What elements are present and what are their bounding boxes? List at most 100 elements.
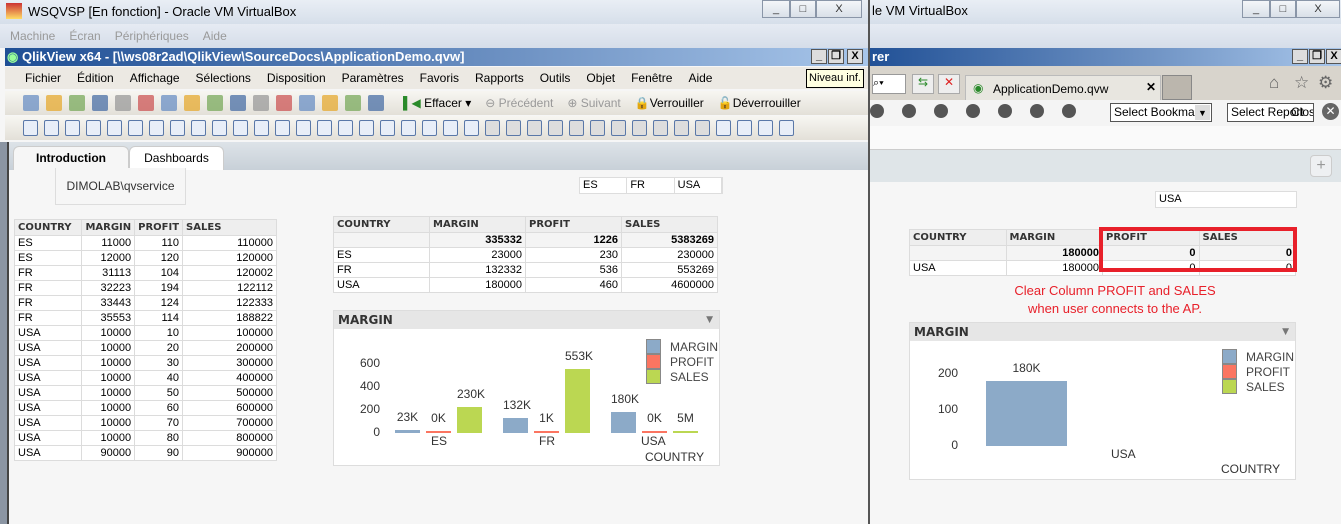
table-row[interactable]: ES 12000 120 120000 <box>13 250 277 266</box>
save-icon[interactable] <box>92 95 108 111</box>
close-tab-icon[interactable]: ✕ <box>1146 80 1156 94</box>
menu-ecran[interactable]: Écran <box>69 29 100 43</box>
reload-icon[interactable] <box>69 95 85 111</box>
doc-props-icon[interactable] <box>737 120 752 136</box>
restore-button[interactable]: ❐ <box>828 49 844 64</box>
column-header[interactable]: PROFIT <box>134 219 184 236</box>
chart-icon[interactable] <box>191 120 206 136</box>
menu-item[interactable]: Édition <box>77 71 114 85</box>
table-row[interactable]: ES 23000 230 230000 <box>333 247 718 263</box>
browser-tab[interactable]: ◉ ApplicationDemo.qvw ✕ <box>965 75 1161 100</box>
button-icon[interactable] <box>254 120 269 136</box>
new-icon[interactable] <box>23 95 39 111</box>
stop-icon[interactable]: ✕ <box>938 74 960 94</box>
sheet-props-icon[interactable] <box>86 120 101 136</box>
report-select[interactable]: Select ReportClose <box>1227 103 1314 122</box>
minimize-button[interactable]: _ <box>1292 49 1308 64</box>
table-row[interactable]: USA 10000 20 200000 <box>13 340 277 356</box>
bookmark-select[interactable]: Select Bookmark ▼ <box>1110 103 1212 122</box>
menu-peripheriques[interactable]: Périphériques <box>115 29 189 43</box>
lock-button[interactable]: 🔒Verrouiller <box>635 96 704 110</box>
help-icon[interactable] <box>345 95 361 111</box>
minimize-button[interactable]: _ <box>762 0 790 18</box>
search-object-icon[interactable] <box>359 120 374 136</box>
format-painter-icon[interactable] <box>443 120 458 136</box>
menu-item[interactable]: Disposition <box>267 71 326 85</box>
bar-margin[interactable] <box>986 381 1067 446</box>
legend-item[interactable]: SALES <box>646 369 709 384</box>
country-listbox[interactable]: ES FR USA <box>579 177 723 194</box>
align-right-icon[interactable] <box>527 120 542 136</box>
bar-sales[interactable] <box>565 369 590 433</box>
new-tab-button[interactable] <box>1162 75 1192 100</box>
chart-header[interactable]: MARGIN ▼ <box>334 311 719 329</box>
tab-introduction[interactable]: Introduction <box>13 146 129 170</box>
input-icon[interactable] <box>212 120 227 136</box>
line-icon[interactable] <box>296 120 311 136</box>
align-bottom-icon[interactable] <box>548 120 563 136</box>
clear-button[interactable]: ▌◀ Effacer ▾ <box>403 96 471 110</box>
restore-button[interactable]: ❐ <box>1309 49 1325 64</box>
close-button[interactable]: X <box>816 0 862 18</box>
legend-item[interactable]: SALES <box>1222 379 1285 394</box>
align-center-icon[interactable] <box>506 120 521 136</box>
column-header[interactable]: COUNTRY <box>13 219 83 236</box>
check-icon[interactable] <box>253 95 269 111</box>
chart-menu-icon[interactable]: ▼ <box>1282 323 1289 341</box>
country-listbox[interactable]: USA <box>1155 191 1297 208</box>
server-icon[interactable] <box>716 120 731 136</box>
search-dropdown[interactable]: ⌕▾ <box>872 74 906 94</box>
table-icon[interactable] <box>149 120 164 136</box>
add-sheet-button[interactable]: + <box>1310 155 1332 177</box>
promote-icon[interactable] <box>44 120 59 136</box>
chart-icon[interactable] <box>276 95 292 111</box>
table-row[interactable]: USA 10000 50 500000 <box>13 385 277 401</box>
legend-item[interactable]: PROFIT <box>1222 364 1290 379</box>
align-top-icon[interactable] <box>590 120 605 136</box>
add-icon[interactable] <box>966 104 980 118</box>
demote-icon[interactable] <box>65 120 80 136</box>
back-button[interactable]: ⊖ Précédent <box>485 96 553 110</box>
table-row[interactable]: FR 33443 124 122333 <box>13 295 277 311</box>
bar-sales[interactable] <box>457 406 482 433</box>
menu-item[interactable]: Fenêtre <box>631 71 672 85</box>
select-icon[interactable] <box>464 120 479 136</box>
bar-sales[interactable] <box>673 431 698 433</box>
refresh-icon[interactable]: ⇆ <box>912 74 934 94</box>
add-bookmark-icon[interactable] <box>1030 104 1044 118</box>
close-circle-icon[interactable]: ✕ <box>1322 103 1339 120</box>
chart-icon[interactable] <box>934 104 948 118</box>
listbox-item[interactable]: USA <box>1156 192 1185 207</box>
menu-item[interactable]: Fichier <box>25 71 61 85</box>
close-button[interactable]: X <box>1296 0 1340 18</box>
slider-icon[interactable] <box>317 120 332 136</box>
distribute-h-icon[interactable] <box>611 120 626 136</box>
space-v-icon[interactable] <box>674 120 689 136</box>
statistics-icon[interactable] <box>128 120 143 136</box>
edit-icon[interactable] <box>322 95 338 111</box>
forward-button[interactable]: ⊕ Suivant <box>567 96 620 110</box>
close-button[interactable]: X <box>1326 49 1341 64</box>
bar-profit[interactable] <box>642 431 667 433</box>
redo-icon[interactable] <box>207 95 223 111</box>
menu-item[interactable]: Favoris <box>420 71 459 85</box>
close-label[interactable]: Close <box>1291 104 1313 121</box>
menu-item[interactable]: Affichage <box>130 71 180 85</box>
bookmark-icon[interactable] <box>299 95 315 111</box>
table-row[interactable]: USA 10000 80 800000 <box>13 430 277 446</box>
listbox-item[interactable]: FR <box>627 178 675 193</box>
reload-data-icon[interactable] <box>161 95 177 111</box>
wizard-icon[interactable] <box>422 120 437 136</box>
close-button[interactable]: X <box>847 49 863 64</box>
home-icon[interactable]: ⌂ <box>1269 73 1279 93</box>
undo-icon[interactable] <box>184 95 200 111</box>
table-row[interactable]: USA 10000 70 700000 <box>13 415 277 431</box>
listbox-item[interactable]: ES <box>580 178 628 193</box>
table-row[interactable]: USA 10000 60 600000 <box>13 400 277 416</box>
listbox-item[interactable]: USA <box>675 178 722 193</box>
table-row[interactable]: FR 31113 104 120002 <box>13 265 277 281</box>
column-header[interactable]: MARGIN <box>1005 229 1103 246</box>
column-header[interactable]: SALES <box>621 216 718 233</box>
listbox-icon[interactable] <box>107 120 122 136</box>
legend-item[interactable]: PROFIT <box>646 354 714 369</box>
